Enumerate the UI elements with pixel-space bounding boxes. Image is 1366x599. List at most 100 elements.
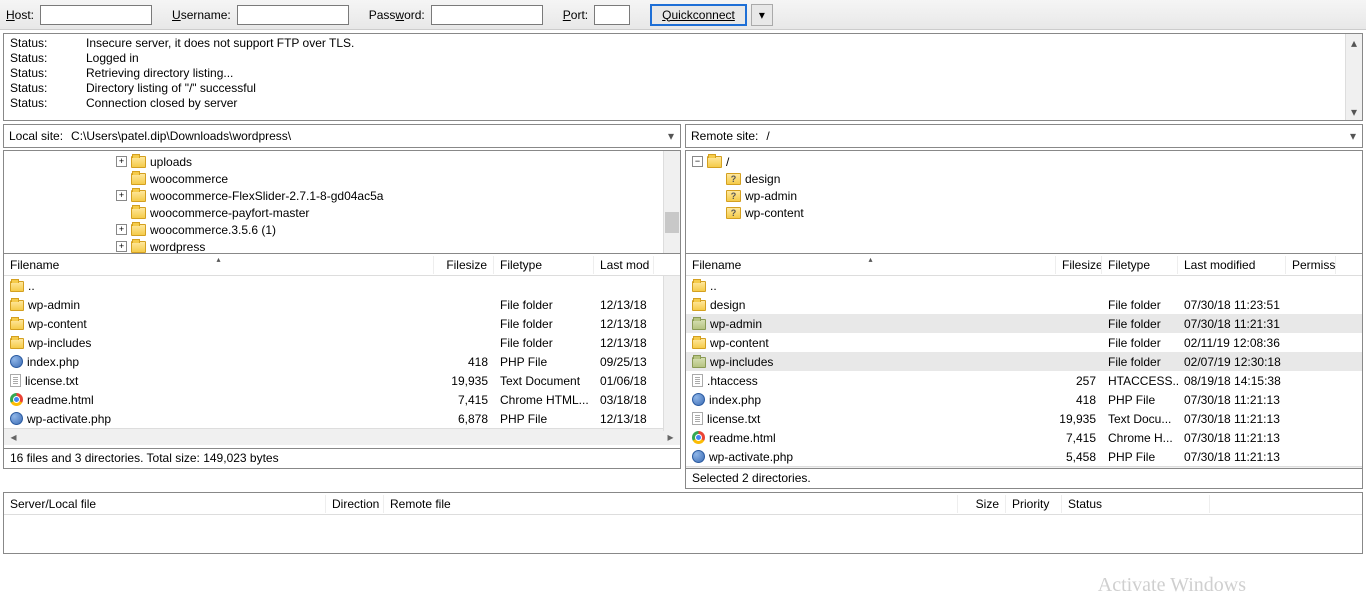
list-item[interactable]: wp-includesFile folder12/13/18 (4, 333, 680, 352)
tree-item[interactable]: −/ (686, 153, 1362, 170)
filename-cell: .htaccess (707, 374, 758, 388)
col-remotefile[interactable]: Remote file (384, 495, 958, 513)
col-priority[interactable]: Priority (1006, 495, 1062, 513)
list-item[interactable]: wp-adminFile folder12/13/18 (4, 295, 680, 314)
remote-panel: Remote site: ▾ −/?design?wp-admin?wp-con… (685, 124, 1363, 489)
tree-item[interactable]: +uploads (4, 153, 680, 170)
list-item[interactable]: index.php418PHP File07/30/18 11:21:13 (686, 390, 1362, 409)
folder-icon (10, 281, 24, 292)
col-filesize[interactable]: Filesize (1056, 256, 1102, 274)
col-permissions[interactable]: Permissic (1286, 256, 1336, 274)
local-tree[interactable]: +uploadswoocommerce + woocommerce-FlexSlid… (3, 150, 681, 254)
filetype-cell: File folder (1102, 298, 1178, 312)
tree-item[interactable]: ?wp-content (686, 204, 1362, 221)
tree-item[interactable]: +woocommerce.3.5.6 (1) (4, 221, 680, 238)
list-item[interactable]: license.txt19,935Text Document01/06/18 (4, 371, 680, 390)
expand-icon[interactable]: + (116, 156, 127, 167)
lastmod-cell: 07/30/18 11:21:13 (1178, 431, 1286, 445)
filetype-cell: File folder (494, 336, 594, 350)
expand-icon[interactable]: + (116, 224, 127, 235)
filename-cell: .. (710, 279, 717, 293)
remote-site-dropdown[interactable]: ▾ (1344, 129, 1362, 143)
tree-item[interactable]: woocommerce-payfort-master (4, 204, 680, 221)
col-filename[interactable]: ▴Filename (686, 256, 1056, 274)
host-input[interactable] (40, 5, 152, 25)
collapse-icon[interactable]: − (692, 156, 703, 167)
filetype-cell: File folder (1102, 355, 1178, 369)
list-item[interactable]: wp-includesFile folder02/07/19 12:30:18 (686, 352, 1362, 371)
local-tree-scrollbar[interactable] (663, 151, 680, 253)
filesize-cell: 19,935 (1056, 412, 1102, 426)
list-item[interactable]: wp-contentFile folder12/13/18 (4, 314, 680, 333)
col-filesize[interactable]: Filesize (434, 256, 494, 274)
log-message: Insecure server, it does not support FTP… (86, 36, 354, 51)
remote-file-list[interactable]: ▴Filename Filesize Filetype Last modifie… (685, 254, 1363, 469)
folder-icon (10, 300, 24, 311)
text-file-icon (692, 412, 703, 425)
list-item[interactable]: .. (4, 276, 680, 295)
expand-icon[interactable]: + (116, 190, 127, 201)
password-input[interactable] (431, 5, 543, 25)
filesize-cell: 257 (1056, 374, 1102, 388)
php-file-icon (692, 450, 705, 463)
list-item[interactable]: .. (686, 276, 1362, 295)
tree-item[interactable]: ?design (686, 170, 1362, 187)
tree-item[interactable]: +wordpress (4, 238, 680, 254)
remote-list-hscrollbar[interactable]: ◂▸ (686, 466, 1362, 469)
list-item[interactable]: .htaccess257HTACCESS...08/19/18 14:15:38 (686, 371, 1362, 390)
filename-cell: readme.html (27, 393, 94, 407)
lastmod-cell: 07/30/18 11:21:13 (1178, 393, 1286, 407)
quickconnect-button[interactable]: Quickconnect (650, 4, 747, 26)
log-message: Retrieving directory listing... (86, 66, 233, 81)
lastmod-cell: 02/07/19 12:30:18 (1178, 355, 1286, 369)
list-item[interactable]: wp-adminFile folder07/30/18 11:21:31 (686, 314, 1362, 333)
local-list-vscrollbar[interactable] (663, 276, 680, 431)
expand-icon[interactable]: + (116, 241, 127, 252)
col-lastmod[interactable]: Last mod (594, 256, 654, 274)
tree-item[interactable]: ?wp-admin (686, 187, 1362, 204)
filename-cell: wp-admin (28, 298, 80, 312)
list-item[interactable]: readme.html7,415Chrome HTML...03/18/18 (4, 390, 680, 409)
col-filetype[interactable]: Filetype (1102, 256, 1178, 274)
port-input[interactable] (594, 5, 630, 25)
scroll-up-icon[interactable]: ▴ (1346, 34, 1363, 51)
filename-cell: wp-content (710, 336, 769, 350)
col-filetype[interactable]: Filetype (494, 256, 594, 274)
list-item[interactable]: designFile folder07/30/18 11:23:51 (686, 295, 1362, 314)
list-item[interactable]: wp-activate.php6,878PHP File12/13/18 (4, 409, 680, 428)
log-label: Status: (10, 51, 86, 66)
tree-item[interactable]: woocommerce (4, 170, 680, 187)
local-file-list[interactable]: ▴Filename Filesize Filetype Last mod ..w… (3, 254, 681, 449)
chrome-html-icon (10, 393, 23, 406)
list-item[interactable]: index.php418PHP File09/25/13 (4, 352, 680, 371)
remote-tree[interactable]: −/?design?wp-admin?wp-content (685, 150, 1363, 254)
local-site-path-input[interactable] (68, 126, 662, 146)
col-direction[interactable]: Direction (326, 495, 384, 513)
list-item[interactable]: license.txt19,935Text Docu...07/30/18 11… (686, 409, 1362, 428)
list-item[interactable]: wp-activate.php5,458PHP File07/30/18 11:… (686, 447, 1362, 466)
filetype-cell: Text Document (494, 374, 594, 388)
col-size[interactable]: Size (958, 495, 1006, 513)
scroll-down-icon[interactable]: ▾ (1346, 103, 1363, 120)
col-status[interactable]: Status (1062, 495, 1210, 513)
filetype-cell: File folder (1102, 317, 1178, 331)
username-input[interactable] (237, 5, 349, 25)
log-scrollbar[interactable]: ▴ ▾ (1345, 34, 1362, 120)
log-row: Status:Connection closed by server (10, 96, 1356, 111)
local-list-hscrollbar[interactable]: ◂▸ (4, 428, 680, 445)
folder-icon (10, 319, 24, 330)
remote-site-path-input[interactable] (763, 126, 1344, 146)
quickconnect-dropdown-button[interactable]: ▾ (751, 4, 773, 26)
list-item[interactable]: wp-contentFile folder02/11/19 12:08:36 (686, 333, 1362, 352)
transfer-queue: Server/Local file Direction Remote file … (3, 492, 1363, 554)
col-lastmod[interactable]: Last modified (1178, 256, 1286, 274)
tree-item-label: woocommerce-FlexSlider-2.7.1-8-gd04ac5a (150, 189, 383, 203)
filesize-cell: 5,458 (1056, 450, 1102, 464)
tree-item[interactable]: + woocommerce-FlexSlider-2.7.1-8-gd04ac5a (4, 187, 680, 204)
list-item[interactable]: readme.html7,415Chrome H...07/30/18 11:2… (686, 428, 1362, 447)
col-filename[interactable]: ▴Filename (4, 256, 434, 274)
local-site-dropdown[interactable]: ▾ (662, 129, 680, 143)
folder-icon (692, 319, 706, 330)
col-serverfile[interactable]: Server/Local file (4, 495, 326, 513)
lastmod-cell: 12/13/18 (594, 317, 654, 331)
